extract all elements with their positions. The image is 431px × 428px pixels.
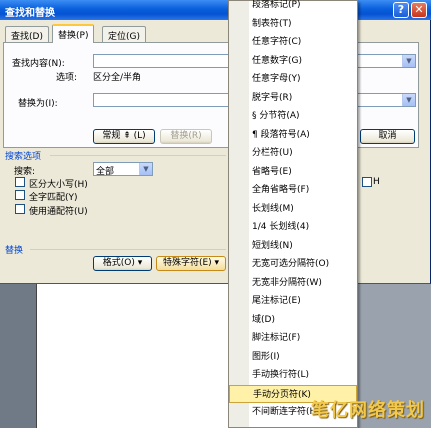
dialog-titlebar[interactable]: 查找和替换 ? ✕ [0, 0, 431, 20]
tab-replace[interactable]: 替换(P) [52, 24, 95, 43]
special-menu-item[interactable]: ¶ 段落符号(A) [249, 126, 357, 144]
special-button[interactable]: 特殊字符(E) ▾ [156, 256, 226, 271]
replace-button[interactable]: 替换(R) [160, 129, 212, 144]
special-menu-item[interactable]: 手动换行符(L) [249, 366, 357, 384]
section-divider [30, 249, 226, 250]
tab-find[interactable]: 查找(D) [5, 26, 49, 42]
match-case-checkbox[interactable] [15, 177, 25, 187]
document-page[interactable] [36, 284, 236, 428]
special-menu-item[interactable]: 1/4 长划线(4) [249, 218, 357, 236]
special-menu-item[interactable]: 任意字母(Y) [249, 70, 357, 88]
chevron-down-icon[interactable]: ▼ [139, 163, 152, 175]
special-menu-item[interactable]: 脱字号(R) [249, 89, 357, 107]
close-button[interactable]: ✕ [411, 2, 427, 18]
options-value: 区分全/半角 [93, 73, 142, 83]
search-options-title: 搜索选项 [5, 152, 42, 162]
special-menu-item[interactable]: 域(D) [249, 311, 357, 329]
replace-section-title: 替换 [5, 246, 24, 256]
special-menu-item[interactable]: 分栏符(U) [249, 144, 357, 162]
special-menu-item[interactable]: 省略号(E) [249, 163, 357, 181]
special-menu-item[interactable]: 脚注标记(F) [249, 329, 357, 347]
special-menu-item[interactable]: 无宽可选分隔符(O) [249, 255, 357, 273]
special-menu-item[interactable]: 任意字符(C) [249, 33, 357, 51]
less-button[interactable]: 常规 ⇞ (L) [93, 129, 155, 144]
special-menu-item[interactable]: 段落标记(P) [249, 0, 357, 14]
special-menu-item[interactable]: 图形(I) [249, 348, 357, 366]
special-menu-item[interactable]: § 分节符(A) [249, 107, 357, 125]
special-menu-item[interactable]: 制表符(T) [249, 15, 357, 33]
replace-with-label: 替换为(I): [18, 99, 58, 109]
find-what-label: 查找内容(N): [12, 59, 65, 69]
search-direction-label: 搜索: [14, 167, 36, 177]
chevron-down-icon[interactable]: ▼ [402, 55, 415, 67]
menu-icon-strip [229, 1, 249, 427]
match-prefix-label-partial: H [373, 177, 380, 187]
special-menu-item[interactable]: 短划线(N) [249, 237, 357, 255]
watermark-text: 笔亿网络策划 [311, 400, 425, 421]
wildcards-label: 使用通配符(U) [29, 207, 88, 217]
whole-word-checkbox[interactable] [15, 190, 25, 200]
chevron-down-icon[interactable]: ▼ [402, 94, 415, 106]
options-label: 选项: [56, 73, 78, 83]
match-prefix-checkbox[interactable] [362, 177, 372, 187]
special-menu-item[interactable]: 全角省略号(F) [249, 181, 357, 199]
match-case-label: 区分大小写(H) [29, 180, 88, 190]
search-direction-select[interactable]: 全部 ▼ [93, 162, 153, 177]
whole-word-label: 全字匹配(Y) [29, 193, 78, 203]
section-divider [50, 155, 226, 156]
search-direction-value: 全部 [96, 167, 115, 177]
special-menu-item[interactable]: 尾注标记(E) [249, 292, 357, 310]
wildcards-checkbox[interactable] [15, 204, 25, 214]
dialog-title: 查找和替换 [5, 8, 55, 19]
special-menu-item[interactable]: 长划线(M) [249, 200, 357, 218]
special-menu-item[interactable]: 无宽非分隔符(W) [249, 274, 357, 292]
cancel-button[interactable]: 取消 [360, 129, 415, 144]
special-menu-item[interactable]: 任意数字(G) [249, 52, 357, 70]
special-characters-menu: 段落标记(P) 制表符(T) 任意字符(C) 任意数字(G) 任意字母(Y) 脱字号(R)… [228, 0, 358, 428]
find-replace-dialog: 查找和替换 ? ✕ 查找(D) 替换(P) 定位(G) 查找内容(N): ▼ 选… [0, 0, 431, 284]
help-button[interactable]: ? [393, 2, 409, 18]
format-button[interactable]: 格式(O) ▾ [93, 256, 152, 271]
tab-goto[interactable]: 定位(G) [102, 26, 146, 42]
